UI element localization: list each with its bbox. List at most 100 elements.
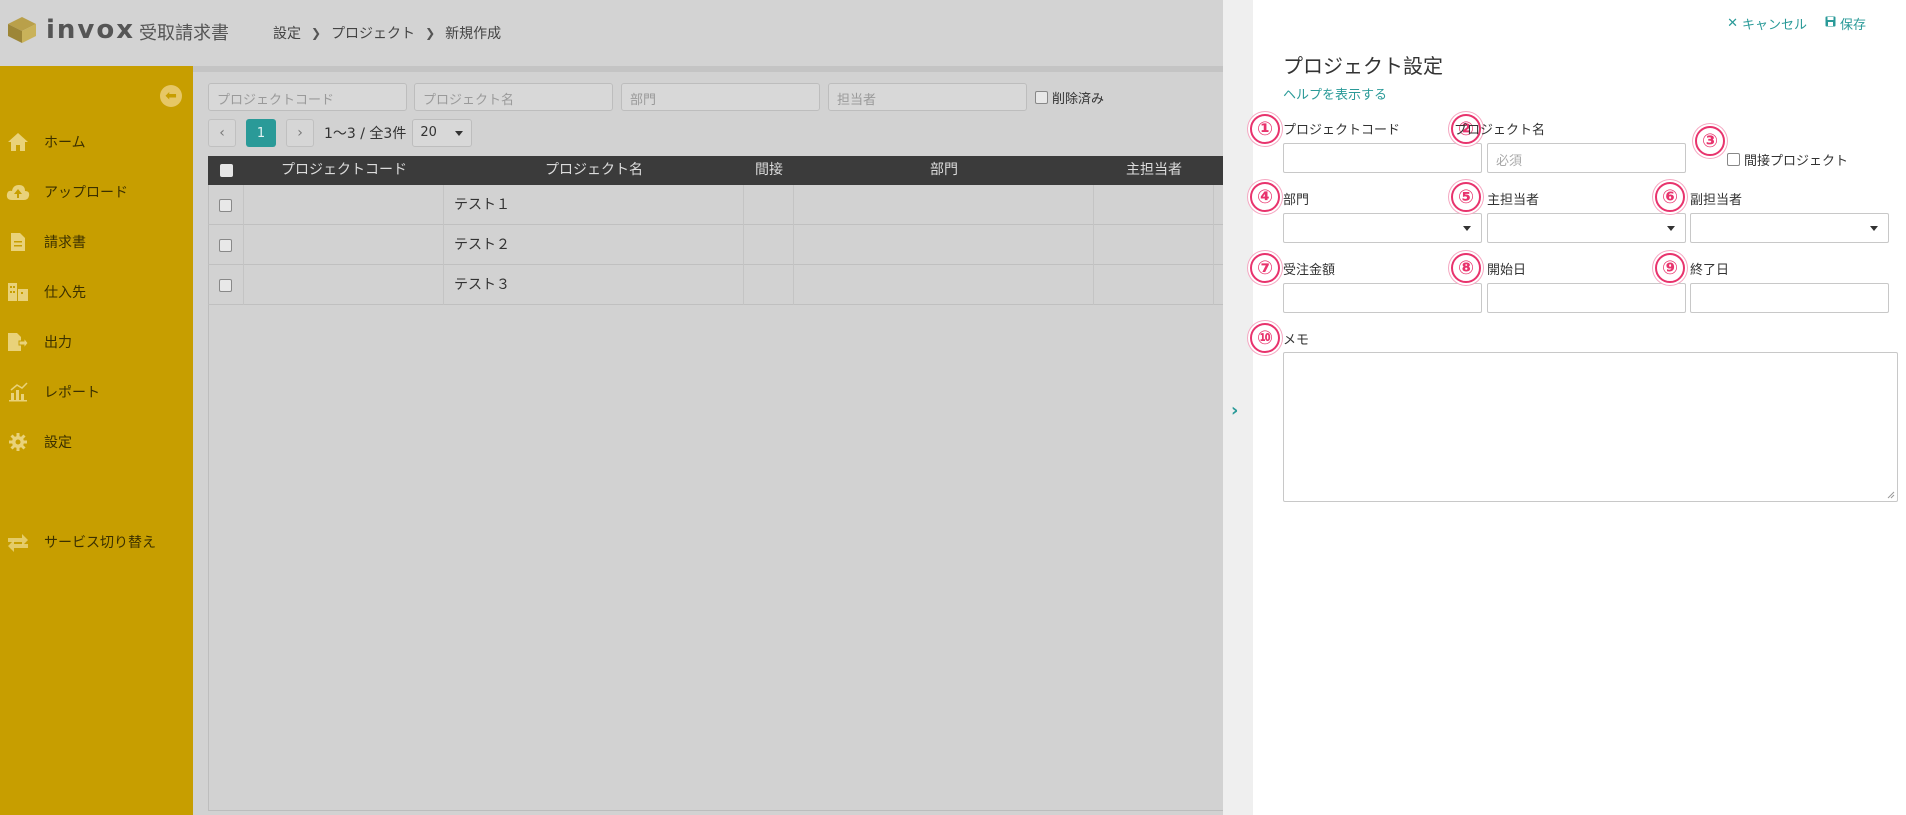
order-amount-input[interactable] [1283, 283, 1482, 313]
checkbox[interactable] [1727, 153, 1740, 166]
logo-text: invox [46, 15, 136, 45]
app-logo[interactable]: invox 受取請求書 [6, 14, 229, 46]
table-row[interactable]: テスト１ [208, 185, 1223, 225]
project-code-label: プロジェクトコード [1283, 123, 1401, 138]
chevron-right-icon[interactable]: › [286, 119, 314, 147]
bar-chart-icon [6, 380, 30, 404]
panel-gutter: › [1223, 0, 1253, 815]
sidebar-item-settings[interactable]: 設定 [0, 422, 193, 462]
annotation-badge-10: ⑩ [1250, 323, 1280, 353]
filter-owner-input[interactable]: 担当者 [828, 83, 1027, 111]
column-header[interactable]: プロジェクトコード [244, 156, 444, 185]
close-icon: ✕ [1727, 16, 1738, 31]
gear-icon [6, 430, 30, 454]
sub-owner-select[interactable] [1690, 213, 1889, 243]
filter-deleted-checkbox[interactable]: 削除済み [1035, 88, 1104, 107]
row-checkbox[interactable] [208, 185, 244, 225]
memo-label: メモ [1283, 333, 1310, 348]
row-checkbox[interactable] [208, 265, 244, 305]
sidebar-item-home[interactable]: ホーム [0, 122, 193, 162]
department-select[interactable] [1283, 213, 1482, 243]
sidebar-item-upload[interactable]: アップロード [0, 172, 193, 212]
order-amount-label: 受注金額 [1283, 263, 1336, 278]
floppy-disk-icon [1825, 16, 1836, 31]
app-header: invox 受取請求書 設定 ❯ プロジェクト ❯ 新規作成 [0, 0, 1223, 66]
cell-owner [1094, 225, 1214, 265]
cell-department [794, 225, 1094, 265]
cancel-label: キャンセル [1741, 18, 1807, 33]
chevron-left-icon[interactable]: ‹ [208, 119, 236, 147]
cell-department [794, 265, 1094, 305]
annotation-badge-4: ④ [1250, 182, 1280, 212]
cell-project-name: テスト３ [444, 265, 744, 305]
cancel-button[interactable]: ✕ キャンセル [1727, 14, 1807, 33]
project-code-input[interactable] [1283, 143, 1482, 173]
indirect-project-checkbox[interactable]: 間接プロジェクト [1727, 150, 1848, 169]
breadcrumb: 設定 ❯ プロジェクト ❯ 新規作成 [273, 23, 501, 43]
sidebar-item-label: 請求書 [44, 235, 86, 251]
chevron-right-icon[interactable]: › [1231, 400, 1238, 421]
select-all-checkbox[interactable] [208, 156, 244, 185]
project-name-label: プロジェクト名 [1454, 123, 1546, 138]
sidebar-item-invoices[interactable]: 請求書 [0, 222, 193, 262]
home-icon [6, 130, 30, 154]
caret-down-icon [1463, 226, 1471, 231]
logo-icon [6, 14, 38, 46]
table-row[interactable]: テスト３ [208, 265, 1223, 305]
column-header[interactable]: 主担当者 [1094, 156, 1214, 185]
main-owner-label: 主担当者 [1487, 193, 1540, 208]
annotation-badge-9: ⑨ [1655, 253, 1685, 283]
switch-icon [6, 530, 30, 554]
annotation-badge-8: ⑧ [1451, 253, 1481, 283]
project-settings-panel: ✕ キャンセル 保存 プロジェクト設定 ヘルプを表示する ① プロジェクトコード… [1250, 0, 1906, 815]
row-checkbox[interactable] [208, 225, 244, 265]
annotation-badge-3: ③ [1695, 126, 1725, 156]
filter-department-input[interactable]: 部門 [621, 83, 820, 111]
per-page-select[interactable]: 20 [412, 119, 473, 147]
resize-handle-icon[interactable] [1887, 491, 1895, 499]
end-date-label: 終了日 [1690, 263, 1730, 278]
memo-textarea[interactable] [1283, 352, 1898, 502]
cell-project-code [244, 185, 444, 225]
page-current-button[interactable]: 1 [246, 119, 276, 147]
cell-project-code [244, 225, 444, 265]
end-date-input[interactable] [1690, 283, 1889, 313]
main-owner-select[interactable] [1487, 213, 1686, 243]
table-header: プロジェクトコード プロジェクト名 間接 部門 主担当者 [208, 156, 1223, 185]
logo-subtitle: 受取請求書 [139, 23, 230, 44]
annotation-badge-6: ⑥ [1655, 182, 1685, 212]
breadcrumb-project[interactable]: プロジェクト [331, 23, 415, 43]
sidebar-item-export[interactable]: 出力 [0, 322, 193, 362]
cell-project-name: テスト２ [444, 225, 744, 265]
column-header[interactable]: プロジェクト名 [444, 156, 744, 185]
cell-owner [1094, 265, 1214, 305]
breadcrumb-settings[interactable]: 設定 [273, 23, 301, 43]
caret-down-icon [455, 131, 464, 136]
filter-deleted-label: 削除済み [1052, 92, 1105, 107]
sidebar-item-suppliers[interactable]: 仕入先 [0, 272, 193, 312]
sidebar-item-report[interactable]: レポート [0, 372, 193, 412]
help-link[interactable]: ヘルプを表示する [1283, 84, 1387, 103]
checkbox[interactable] [1035, 91, 1048, 104]
save-button[interactable]: 保存 [1825, 14, 1866, 33]
caret-down-icon [1667, 226, 1675, 231]
department-label: 部門 [1283, 193, 1310, 208]
table-row[interactable]: テスト２ [208, 225, 1223, 265]
cloud-upload-icon [6, 180, 30, 204]
column-header[interactable]: 部門 [794, 156, 1094, 185]
sidebar-item-label: 仕入先 [44, 285, 86, 301]
start-date-label: 開始日 [1487, 263, 1527, 278]
column-header[interactable]: 間接 [744, 156, 794, 185]
sidebar-item-switch-service[interactable]: サービス切り替え [0, 522, 193, 562]
export-icon [6, 330, 30, 354]
filter-project-name-input[interactable]: プロジェクト名 [414, 83, 613, 111]
annotation-badge-1: ① [1250, 114, 1280, 144]
filter-project-code-input[interactable]: プロジェクトコード [208, 83, 407, 111]
cell-project-name: テスト１ [444, 185, 744, 225]
project-name-input[interactable]: 必須 [1487, 143, 1686, 173]
collapse-sidebar-icon[interactable]: ⬅ [160, 85, 182, 107]
cell-indirect [744, 225, 794, 265]
cell-department [794, 185, 1094, 225]
sidebar-item-label: ホーム [44, 135, 86, 151]
start-date-input[interactable] [1487, 283, 1686, 313]
